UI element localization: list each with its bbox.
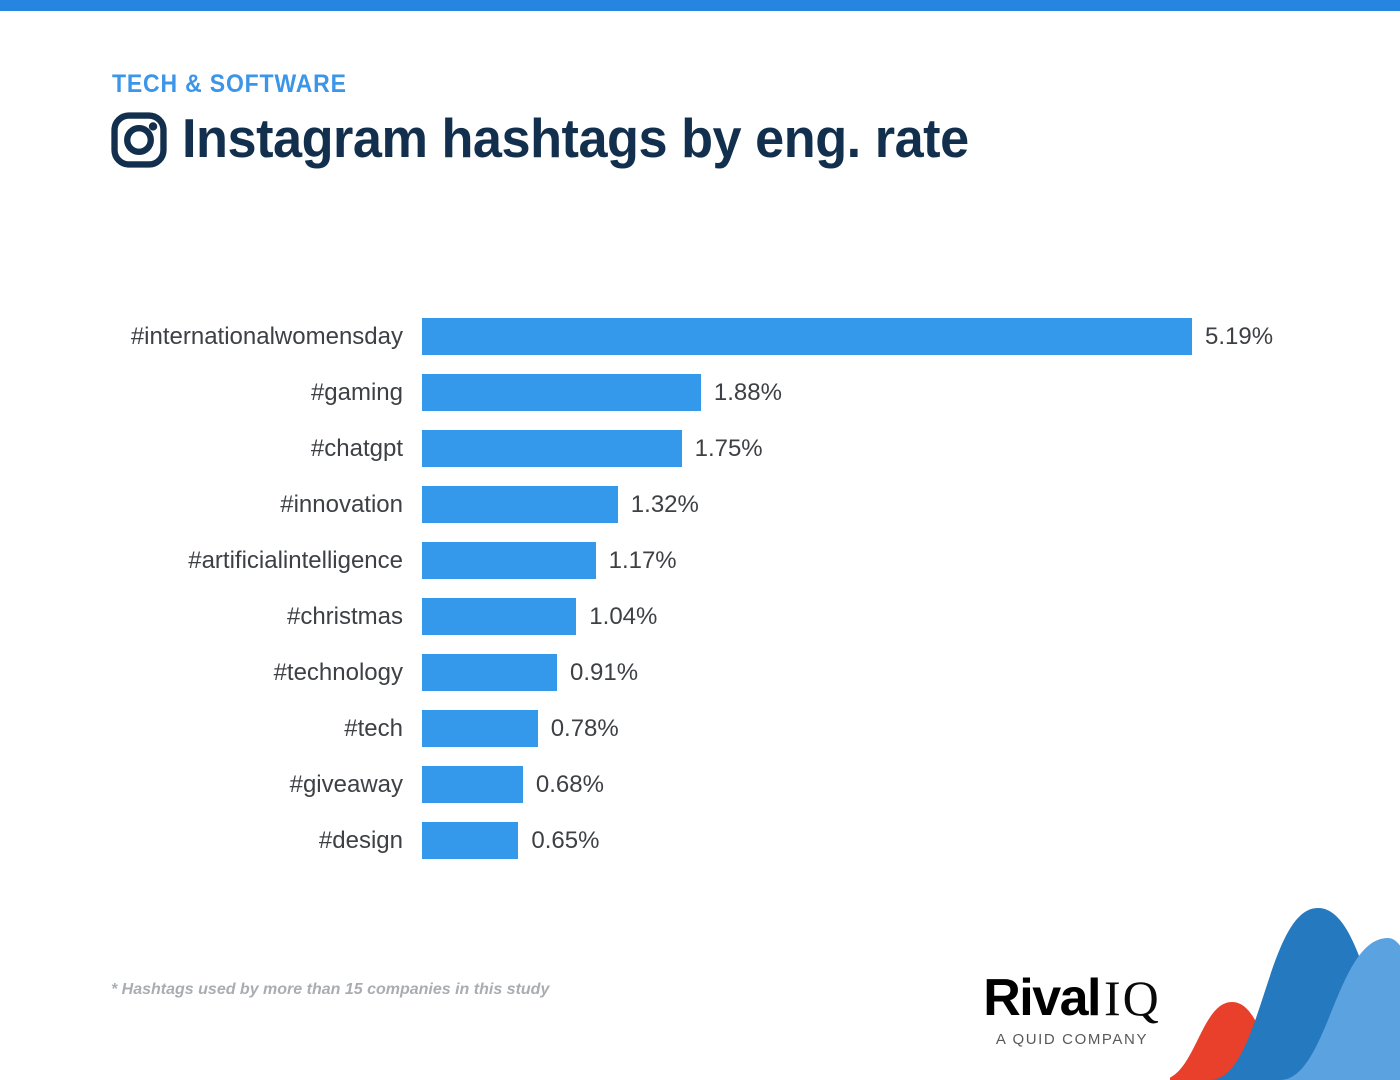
bar-row: #technology 0.91% (0, 654, 1400, 691)
bar-row: #design 0.65% (0, 822, 1400, 859)
bar-row: #artificialintelligence 1.17% (0, 542, 1400, 579)
bar (422, 710, 538, 747)
bar-row: #chatgpt 1.75% (0, 430, 1400, 467)
bar-category-label: #innovation (280, 490, 403, 518)
bar-category-label: #tech (344, 714, 403, 742)
bar (422, 318, 1192, 355)
bar-value-label: 1.04% (589, 602, 658, 630)
bar (422, 430, 682, 467)
bar-and-value: 0.78% (422, 710, 619, 747)
footnote: * Hashtags used by more than 15 companie… (111, 981, 550, 998)
bar-category-label: #gaming (310, 378, 403, 406)
logo-name-light: IQ (1104, 970, 1161, 1026)
bar-value-label: 0.91% (570, 658, 639, 686)
bar-and-value: 0.65% (422, 822, 599, 859)
bar-category-label: #artificialintelligence (188, 546, 403, 574)
decorative-curves (1170, 890, 1400, 1080)
bar-value-label: 0.65% (531, 826, 600, 854)
bar (422, 542, 596, 579)
bar (422, 654, 557, 691)
bar-category-label: #design (318, 826, 403, 854)
decor-curve-blue-light (1280, 938, 1400, 1080)
bar-category-label: #christmas (286, 602, 403, 630)
bar-value-label: 0.78% (550, 714, 619, 742)
bar-and-value: 0.68% (422, 766, 604, 803)
bar-category-label: #chatgpt (310, 434, 403, 462)
bar-category-label: #giveaway (289, 770, 403, 798)
bar (422, 822, 519, 859)
bar-and-value: 1.88% (422, 374, 782, 411)
bar-and-value: 1.17% (422, 542, 677, 579)
bar-and-value: 1.04% (422, 598, 657, 635)
header: TECH & SOFTWARE Instagram hashtags by en… (110, 72, 1010, 169)
title-row: Instagram hashtags by eng. rate (110, 109, 1010, 169)
bar-and-value: 1.75% (422, 430, 763, 467)
bar-row: #giveaway 0.68% (0, 766, 1400, 803)
bar (422, 486, 618, 523)
bar-row: #christmas 1.04% (0, 598, 1400, 635)
logo-name-bold: Rival (983, 969, 1101, 1027)
instagram-icon (110, 111, 168, 169)
bar-and-value: 0.91% (422, 654, 638, 691)
bar (422, 374, 701, 411)
bar-value-label: 1.32% (630, 490, 699, 518)
kicker-label: TECH & SOFTWARE (112, 70, 347, 98)
bar-value-label: 1.88% (713, 378, 782, 406)
bar-row: #innovation 1.32% (0, 486, 1400, 523)
page-title: Instagram hashtags by eng. rate (182, 107, 969, 170)
top-accent-bar (0, 0, 1400, 11)
bar-category-label: #internationalwomensday (130, 322, 403, 350)
bar-value-label: 5.19% (1205, 322, 1274, 350)
bar-value-label: 0.68% (535, 770, 604, 798)
bar-value-label: 1.17% (608, 546, 677, 574)
logo-tagline: A QUID COMPANY (995, 1031, 1149, 1048)
rival-iq-logo: Rival IQ A QUID COMPANY (952, 972, 1192, 1048)
bar-category-label: #technology (273, 658, 403, 686)
bar-value-label: 1.75% (694, 434, 763, 462)
bar-and-value: 1.32% (422, 486, 699, 523)
bar (422, 598, 577, 635)
bar-row: #internationalwomensday 5.19% (0, 318, 1400, 355)
logo-wordmark: Rival IQ (952, 972, 1192, 1024)
bar-row: #gaming 1.88% (0, 374, 1400, 411)
bar (422, 766, 523, 803)
bar-row: #tech 0.78% (0, 710, 1400, 747)
bar-and-value: 5.19% (422, 318, 1273, 355)
bar-chart: #internationalwomensday 5.19% #gaming 1.88%… (0, 318, 1400, 878)
decor-curve-blue-dark (1210, 908, 1400, 1080)
